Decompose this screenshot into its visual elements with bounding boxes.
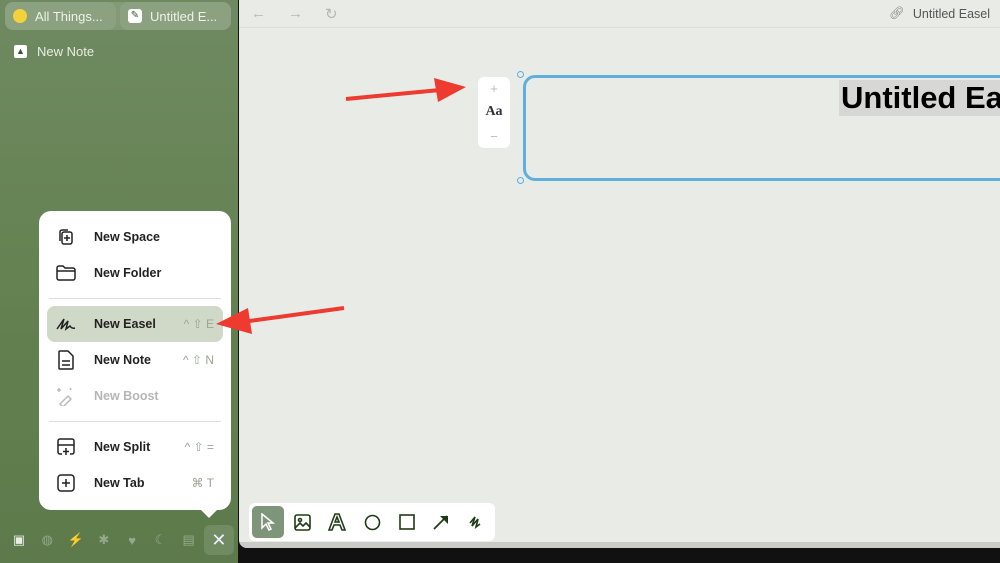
sidebar-item-label: New Note [37, 44, 95, 59]
menu-item-new-tab[interactable]: New Tab ⌘ T [47, 465, 223, 501]
gift-icon[interactable]: ▤ [176, 527, 202, 553]
menu-divider [49, 298, 221, 299]
menu-divider [49, 421, 221, 422]
easel-title-text[interactable]: Untitled Ea [839, 80, 1000, 116]
split-icon [56, 437, 76, 457]
circle-tool[interactable] [356, 506, 388, 538]
gift-box-icon[interactable]: ▣ [6, 527, 32, 553]
reload-icon[interactable]: ↻ [325, 5, 338, 23]
moon-icon[interactable]: ☾ [147, 527, 173, 553]
sidebar-item-new-note[interactable]: ▲ New Note [14, 44, 94, 59]
menu-item-new-split[interactable]: New Split ^ ⇧ = [47, 429, 223, 465]
new-space-icon [56, 227, 76, 247]
heart-icon[interactable]: ♥ [119, 527, 145, 553]
drawing-toolbar [249, 503, 495, 541]
sidebar-bottom-bar: ▣ ◍ ⚡ ✱ ♥ ☾ ▤ ✕ [6, 525, 234, 555]
page-title-text: Untitled Easel [912, 6, 990, 21]
menu-item-label: New Boost [94, 389, 159, 403]
arrow-tool[interactable] [426, 506, 458, 538]
draw-tool[interactable] [460, 506, 492, 538]
shortcut: ^ ⇧ = [184, 440, 214, 454]
link-icon: 🔗︎ [889, 6, 905, 20]
menu-item-new-folder[interactable]: New Folder [47, 255, 223, 291]
bolt-icon[interactable]: ⚡ [63, 527, 89, 553]
new-item-menu: New Space New Folder New Easel ^ ⇧ E New … [39, 211, 231, 518]
folder-icon [56, 263, 76, 283]
menu-item-label: New Tab [94, 476, 145, 490]
lightbulb-icon [13, 9, 27, 23]
horizontal-scrollbar[interactable] [239, 542, 1000, 548]
tab-label: All Things... [35, 8, 103, 24]
forward-icon[interactable]: → [288, 5, 303, 22]
tab-all-things[interactable]: All Things... [5, 2, 116, 30]
menu-item-new-easel[interactable]: New Easel ^ ⇧ E [47, 306, 223, 342]
tab-label: Untitled E... [150, 8, 218, 24]
shortcut: ⌘ T [191, 476, 214, 490]
easel-icon: ✎ [128, 9, 142, 23]
sidebar: All Things... ✎ Untitled E... ▲ New Note N… [0, 0, 238, 563]
page-title[interactable]: 🔗︎ Untitled Easel [889, 6, 990, 21]
close-menu-button[interactable]: ✕ [203, 525, 234, 555]
select-tool[interactable] [252, 506, 284, 538]
menu-item-new-space[interactable]: New Space [47, 219, 223, 255]
asterisk-icon[interactable]: ✱ [91, 527, 117, 553]
easel-scribble-icon [56, 314, 76, 334]
back-icon[interactable]: ← [251, 5, 266, 22]
rectangle-tool[interactable] [391, 506, 423, 538]
font-size-control: + Aa − [478, 77, 510, 148]
plus-square-icon [56, 473, 76, 493]
resize-handle[interactable] [517, 177, 524, 184]
text-tool[interactable] [321, 506, 353, 538]
menu-item-label: New Note [94, 353, 151, 367]
font-style-button[interactable]: Aa [485, 104, 502, 120]
font-increase-button[interactable]: + [490, 81, 498, 96]
boost-wand-icon [56, 386, 76, 406]
note-icon: ▲ [14, 45, 27, 58]
shortcut: ^ ⇧ E [183, 317, 214, 331]
easel-pane: ← → ↻ 🔗︎ Untitled Easel + Aa − Untitled E… [239, 0, 1000, 548]
font-decrease-button[interactable]: − [490, 129, 498, 144]
shortcut: ^ ⇧ N [182, 353, 214, 367]
menu-item-new-boost[interactable]: New Boost [47, 378, 223, 414]
document-icon [56, 350, 76, 370]
image-tool[interactable] [287, 506, 319, 538]
nav-bar: ← → ↻ [239, 0, 1000, 28]
planet-icon[interactable]: ◍ [34, 527, 60, 553]
resize-handle[interactable] [517, 71, 524, 78]
pinned-tabs: All Things... ✎ Untitled E... [5, 2, 231, 30]
tab-untitled-easel[interactable]: ✎ Untitled E... [120, 2, 231, 30]
menu-item-new-note[interactable]: New Note ^ ⇧ N [47, 342, 223, 378]
menu-item-label: New Split [94, 440, 151, 454]
menu-item-label: New Folder [94, 266, 162, 280]
menu-item-label: New Space [94, 230, 161, 244]
menu-item-label: New Easel [94, 317, 156, 331]
